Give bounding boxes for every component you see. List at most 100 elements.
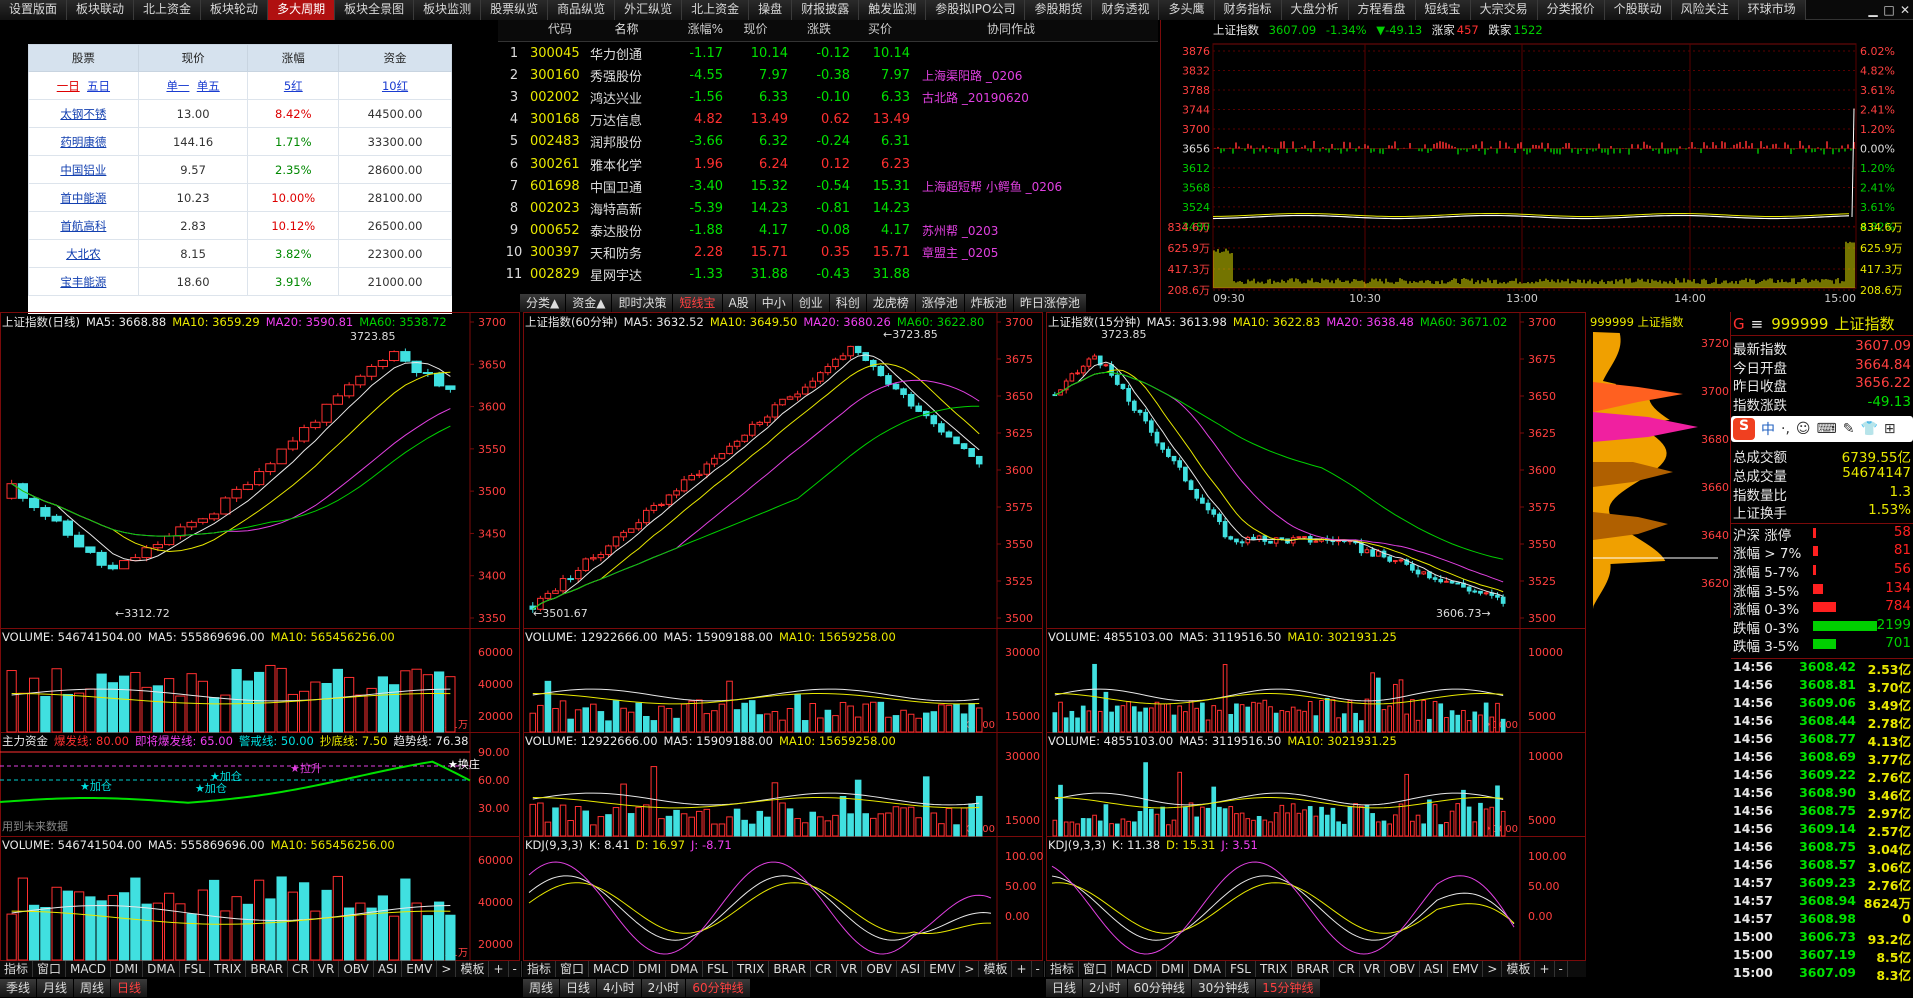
filter-single1[interactable]: 单一 bbox=[166, 79, 189, 93]
tab-13[interactable]: 触发监测 bbox=[859, 0, 927, 20]
restore-icon[interactable]: □ bbox=[1881, 3, 1897, 17]
tab-21[interactable]: 短线宝 bbox=[1415, 0, 1471, 20]
list-tab-6[interactable]: 创业 bbox=[792, 294, 830, 312]
indicator-btn[interactable]: 模板 bbox=[1502, 961, 1536, 977]
tab-0[interactable]: 设置版面 bbox=[0, 0, 68, 20]
indicator-btn[interactable]: DMI bbox=[634, 961, 667, 977]
indicator-btn[interactable]: EMV bbox=[402, 961, 438, 977]
indicator-btn[interactable]: FSL bbox=[703, 961, 733, 977]
stock-name[interactable]: 雅本化学 bbox=[590, 155, 663, 174]
period-tab[interactable]: 日线 bbox=[111, 979, 149, 997]
indicator-btn[interactable]: ASI bbox=[897, 961, 926, 977]
rank-stock-name[interactable]: 中国铝业 bbox=[28, 155, 139, 184]
indicator-btn[interactable]: CR bbox=[1334, 961, 1360, 977]
stock-name[interactable]: 天和防务 bbox=[590, 243, 663, 262]
multi-period-charts[interactable]: 3700 3650 3600 3550 3500 3450 3400 3350 ←3312.72… bbox=[0, 312, 1588, 998]
indicator-btn[interactable]: TRIX bbox=[210, 961, 247, 977]
indicator-btn[interactable]: CR bbox=[811, 961, 837, 977]
indicator-btn[interactable]: DMA bbox=[143, 961, 180, 977]
indicator-btn[interactable]: BRAR bbox=[1292, 961, 1335, 977]
skin-icon[interactable]: ✎ bbox=[1843, 421, 1855, 437]
tab-15[interactable]: 参股期货 bbox=[1025, 0, 1093, 20]
indicator-btn[interactable]: DMA bbox=[666, 961, 703, 977]
rank-row[interactable]: 太钢不锈 13.00 8.42% 44500.00 bbox=[28, 99, 452, 128]
indicator-btn[interactable]: > bbox=[437, 961, 457, 977]
list-tab-9[interactable]: 涨停池 bbox=[915, 294, 965, 312]
period-tab[interactable]: 60分钟线 bbox=[686, 979, 751, 997]
indicator-btn[interactable]: CR bbox=[288, 961, 314, 977]
tab-23[interactable]: 分类报价 bbox=[1537, 0, 1605, 20]
stock-name[interactable]: 秀强股份 bbox=[590, 66, 663, 85]
period-tab[interactable]: 60分钟线 bbox=[1127, 979, 1192, 997]
col-name[interactable]: 名称 bbox=[590, 20, 663, 41]
ime-punct-icon[interactable]: ·, bbox=[1781, 421, 1790, 437]
stock-row[interactable]: 4300168万达信息城市供信4.8213.490.6213.49 bbox=[498, 109, 1158, 131]
col-chg[interactable]: 涨跌 bbox=[788, 20, 850, 41]
list-tab-5[interactable]: 中小 bbox=[755, 294, 793, 312]
indicator-btn[interactable]: 窗口 bbox=[33, 961, 67, 977]
tool-icon[interactable]: 👕 bbox=[1860, 421, 1877, 437]
stock-name[interactable]: 华力创通 bbox=[590, 44, 663, 63]
menu-icon[interactable]: ≡ bbox=[1751, 315, 1764, 333]
stock-row[interactable]: 11002829星网宇达传感器+?-1.3331.88-0.4331.88 bbox=[498, 264, 1158, 286]
col-pct[interactable]: 涨幅% bbox=[663, 20, 723, 41]
indicator-btn[interactable]: 指标 bbox=[0, 961, 34, 977]
tab-7[interactable]: 股票纵览 bbox=[481, 0, 549, 20]
rank-row[interactable]: 首中能源 10.23 10.00% 28100.00 bbox=[28, 183, 452, 212]
tab-22[interactable]: 大宗交易 bbox=[1470, 0, 1538, 20]
rank-stock-name[interactable]: 首航高科 bbox=[28, 211, 139, 240]
tab-3[interactable]: 板块轮动 bbox=[201, 0, 269, 20]
filter-1day[interactable]: 一日 bbox=[57, 79, 80, 93]
col-price[interactable]: 现价 bbox=[723, 20, 788, 41]
rank-row[interactable]: 大北农 8.15 3.82% 22300.00 bbox=[28, 239, 452, 268]
indicator-btn[interactable]: ASI bbox=[1420, 961, 1449, 977]
stock-row[interactable]: 2300160秀强股份全入教育-4.557.97-0.387.97上海渠阳路 _… bbox=[498, 64, 1158, 86]
period-tab[interactable]: 15分钟线 bbox=[1256, 979, 1321, 997]
indicator-btn[interactable]: OBV bbox=[1385, 961, 1420, 977]
period-tab[interactable]: 2小时 bbox=[1083, 979, 1128, 997]
stock-code[interactable]: 300168 bbox=[530, 112, 590, 127]
stock-name[interactable]: 星网宇达 bbox=[590, 265, 663, 284]
indicator-btn[interactable]: + bbox=[489, 961, 509, 977]
stock-row[interactable]: 7 601698 中国卫通 -3.40 15.32 -0.54 15.31 上海超短帮 小鳄鱼… bbox=[498, 175, 1158, 197]
list-tab-2[interactable]: 即时决策 bbox=[612, 294, 674, 312]
stock-row[interactable]: 8002023海特高新航空空域-5.3914.23-0.8114.23 bbox=[498, 197, 1158, 219]
period-tab[interactable]: 日线 bbox=[560, 979, 598, 997]
rank-stock-name[interactable]: 首中能源 bbox=[28, 183, 139, 212]
tab-14[interactable]: 参股拟IPO公司 bbox=[926, 0, 1026, 20]
tab-5[interactable]: 板块全景图 bbox=[335, 0, 415, 20]
indicator-btn[interactable]: FSL bbox=[1226, 961, 1256, 977]
rank-stock-name[interactable]: 大北农 bbox=[28, 239, 139, 268]
indicator-btn[interactable]: + bbox=[1012, 961, 1032, 977]
period-tab[interactable]: 季线 bbox=[0, 979, 38, 997]
stock-row[interactable]: 6300261雅本化学农药+医?1.966.240.126.23 bbox=[498, 153, 1158, 175]
tab-25[interactable]: 风险关注 bbox=[1671, 0, 1739, 20]
stock-row[interactable]: 1300045华力创通车联网+?-1.1710.14-0.1210.14 bbox=[498, 42, 1158, 64]
list-tab-8[interactable]: 龙虎榜 bbox=[866, 294, 916, 312]
ime-toolbar[interactable]: S 中 ·, ☺ ⌨ ✎ 👕 ⊞ bbox=[1731, 414, 1913, 444]
stock-name[interactable]: 润邦股份 bbox=[590, 132, 663, 151]
indicator-btn[interactable]: MACD bbox=[66, 961, 112, 977]
tab-11[interactable]: 操盘 bbox=[749, 0, 793, 20]
period-tab[interactable]: 日线 bbox=[1046, 979, 1084, 997]
indicator-btn[interactable]: EMV bbox=[925, 961, 961, 977]
indicator-btn[interactable]: BRAR bbox=[246, 961, 289, 977]
stock-code[interactable]: 002023 bbox=[530, 201, 590, 216]
indicator-btn[interactable]: VR bbox=[1360, 961, 1386, 977]
filter-single5[interactable]: 单五 bbox=[197, 79, 220, 93]
list-tab-7[interactable]: 科创 bbox=[829, 294, 867, 312]
indicator-btn[interactable]: + bbox=[1535, 961, 1555, 977]
stock-row[interactable]: 9000652泰达股份固废处理-1.884.17-0.084.17苏州帮 _02… bbox=[498, 220, 1158, 242]
rank-stock-name[interactable]: 宝丰能源 bbox=[28, 267, 139, 296]
indicator-btn[interactable]: 指标 bbox=[1046, 961, 1080, 977]
stock-code[interactable]: 002002 bbox=[530, 90, 590, 105]
indicator-btn[interactable]: TRIX bbox=[1256, 961, 1293, 977]
indicator-btn[interactable]: TRIX bbox=[733, 961, 770, 977]
period-tab[interactable]: 周线 bbox=[74, 979, 112, 997]
stock-name[interactable]: 中国卫通 bbox=[590, 177, 663, 196]
indicator-btn[interactable]: DMA bbox=[1189, 961, 1226, 977]
stock-code[interactable]: 002483 bbox=[530, 134, 590, 149]
tab-4[interactable]: 多大周期 bbox=[268, 0, 336, 20]
indicator-btn[interactable]: VR bbox=[314, 961, 340, 977]
tab-26[interactable]: 环球市场 bbox=[1738, 0, 1806, 20]
